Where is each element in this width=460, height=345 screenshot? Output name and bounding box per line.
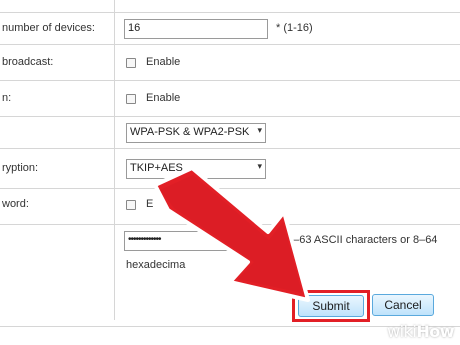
row-label: ryption: — [2, 162, 39, 174]
cancel-button[interactable]: Cancel — [372, 294, 434, 316]
row-encryption: ryption: TKIP+AES ▾ — [0, 148, 460, 188]
option-enable-label: Enable — [146, 92, 181, 104]
broadcast-checkbox[interactable] — [126, 58, 136, 68]
chevron-down-icon: ▾ — [257, 125, 262, 135]
watermark-how: How — [416, 322, 454, 341]
security-mode-select[interactable]: WPA-PSK & WPA2-PSK ▾ — [126, 123, 266, 143]
show-password-label: E — [146, 198, 154, 210]
row-broadcast: broadcast: Enable — [0, 44, 460, 80]
submit-highlight-box — [292, 290, 370, 322]
password-input[interactable]: ••••••••••••• — [124, 231, 268, 251]
devices-hint: * (1-16) — [276, 22, 313, 34]
security-mode-value: WPA-PSK & WPA2-PSK — [130, 126, 250, 138]
row-label: number of devices: — [2, 22, 95, 34]
password-hint: * (8–63 ASCII characters or 8–64 — [276, 234, 438, 246]
row-password: ••••••••••••• * (8–63 ASCII characters o… — [0, 224, 460, 292]
row-label: n: — [2, 92, 12, 104]
password-value: ••••••••••••• — [128, 234, 162, 245]
row-security-mode: WPA-PSK & WPA2-PSK ▾ — [0, 116, 460, 148]
chevron-down-icon: ▾ — [257, 161, 262, 171]
broadcast-enable-label: Enable — [146, 56, 181, 68]
row-password-toggle: word: E — [0, 188, 460, 224]
row-option: n: Enable — [0, 80, 460, 116]
devices-count-input[interactable]: 16 — [124, 19, 268, 39]
wikihow-watermark: wikiHow — [387, 322, 454, 341]
row-label: broadcast: — [2, 56, 54, 68]
password-hint-continued: hexadecima — [126, 259, 186, 271]
row-label: word: — [2, 198, 29, 210]
encryption-value: TKIP+AES — [130, 162, 183, 174]
devices-count-value: 16 — [128, 22, 141, 34]
watermark-wiki: wiki — [387, 322, 417, 341]
option-checkbox[interactable] — [126, 94, 136, 104]
encryption-select[interactable]: TKIP+AES ▾ — [126, 159, 266, 179]
show-password-checkbox[interactable] — [126, 200, 136, 210]
row-number-of-devices: number of devices: 16 * (1-16) — [0, 12, 460, 44]
